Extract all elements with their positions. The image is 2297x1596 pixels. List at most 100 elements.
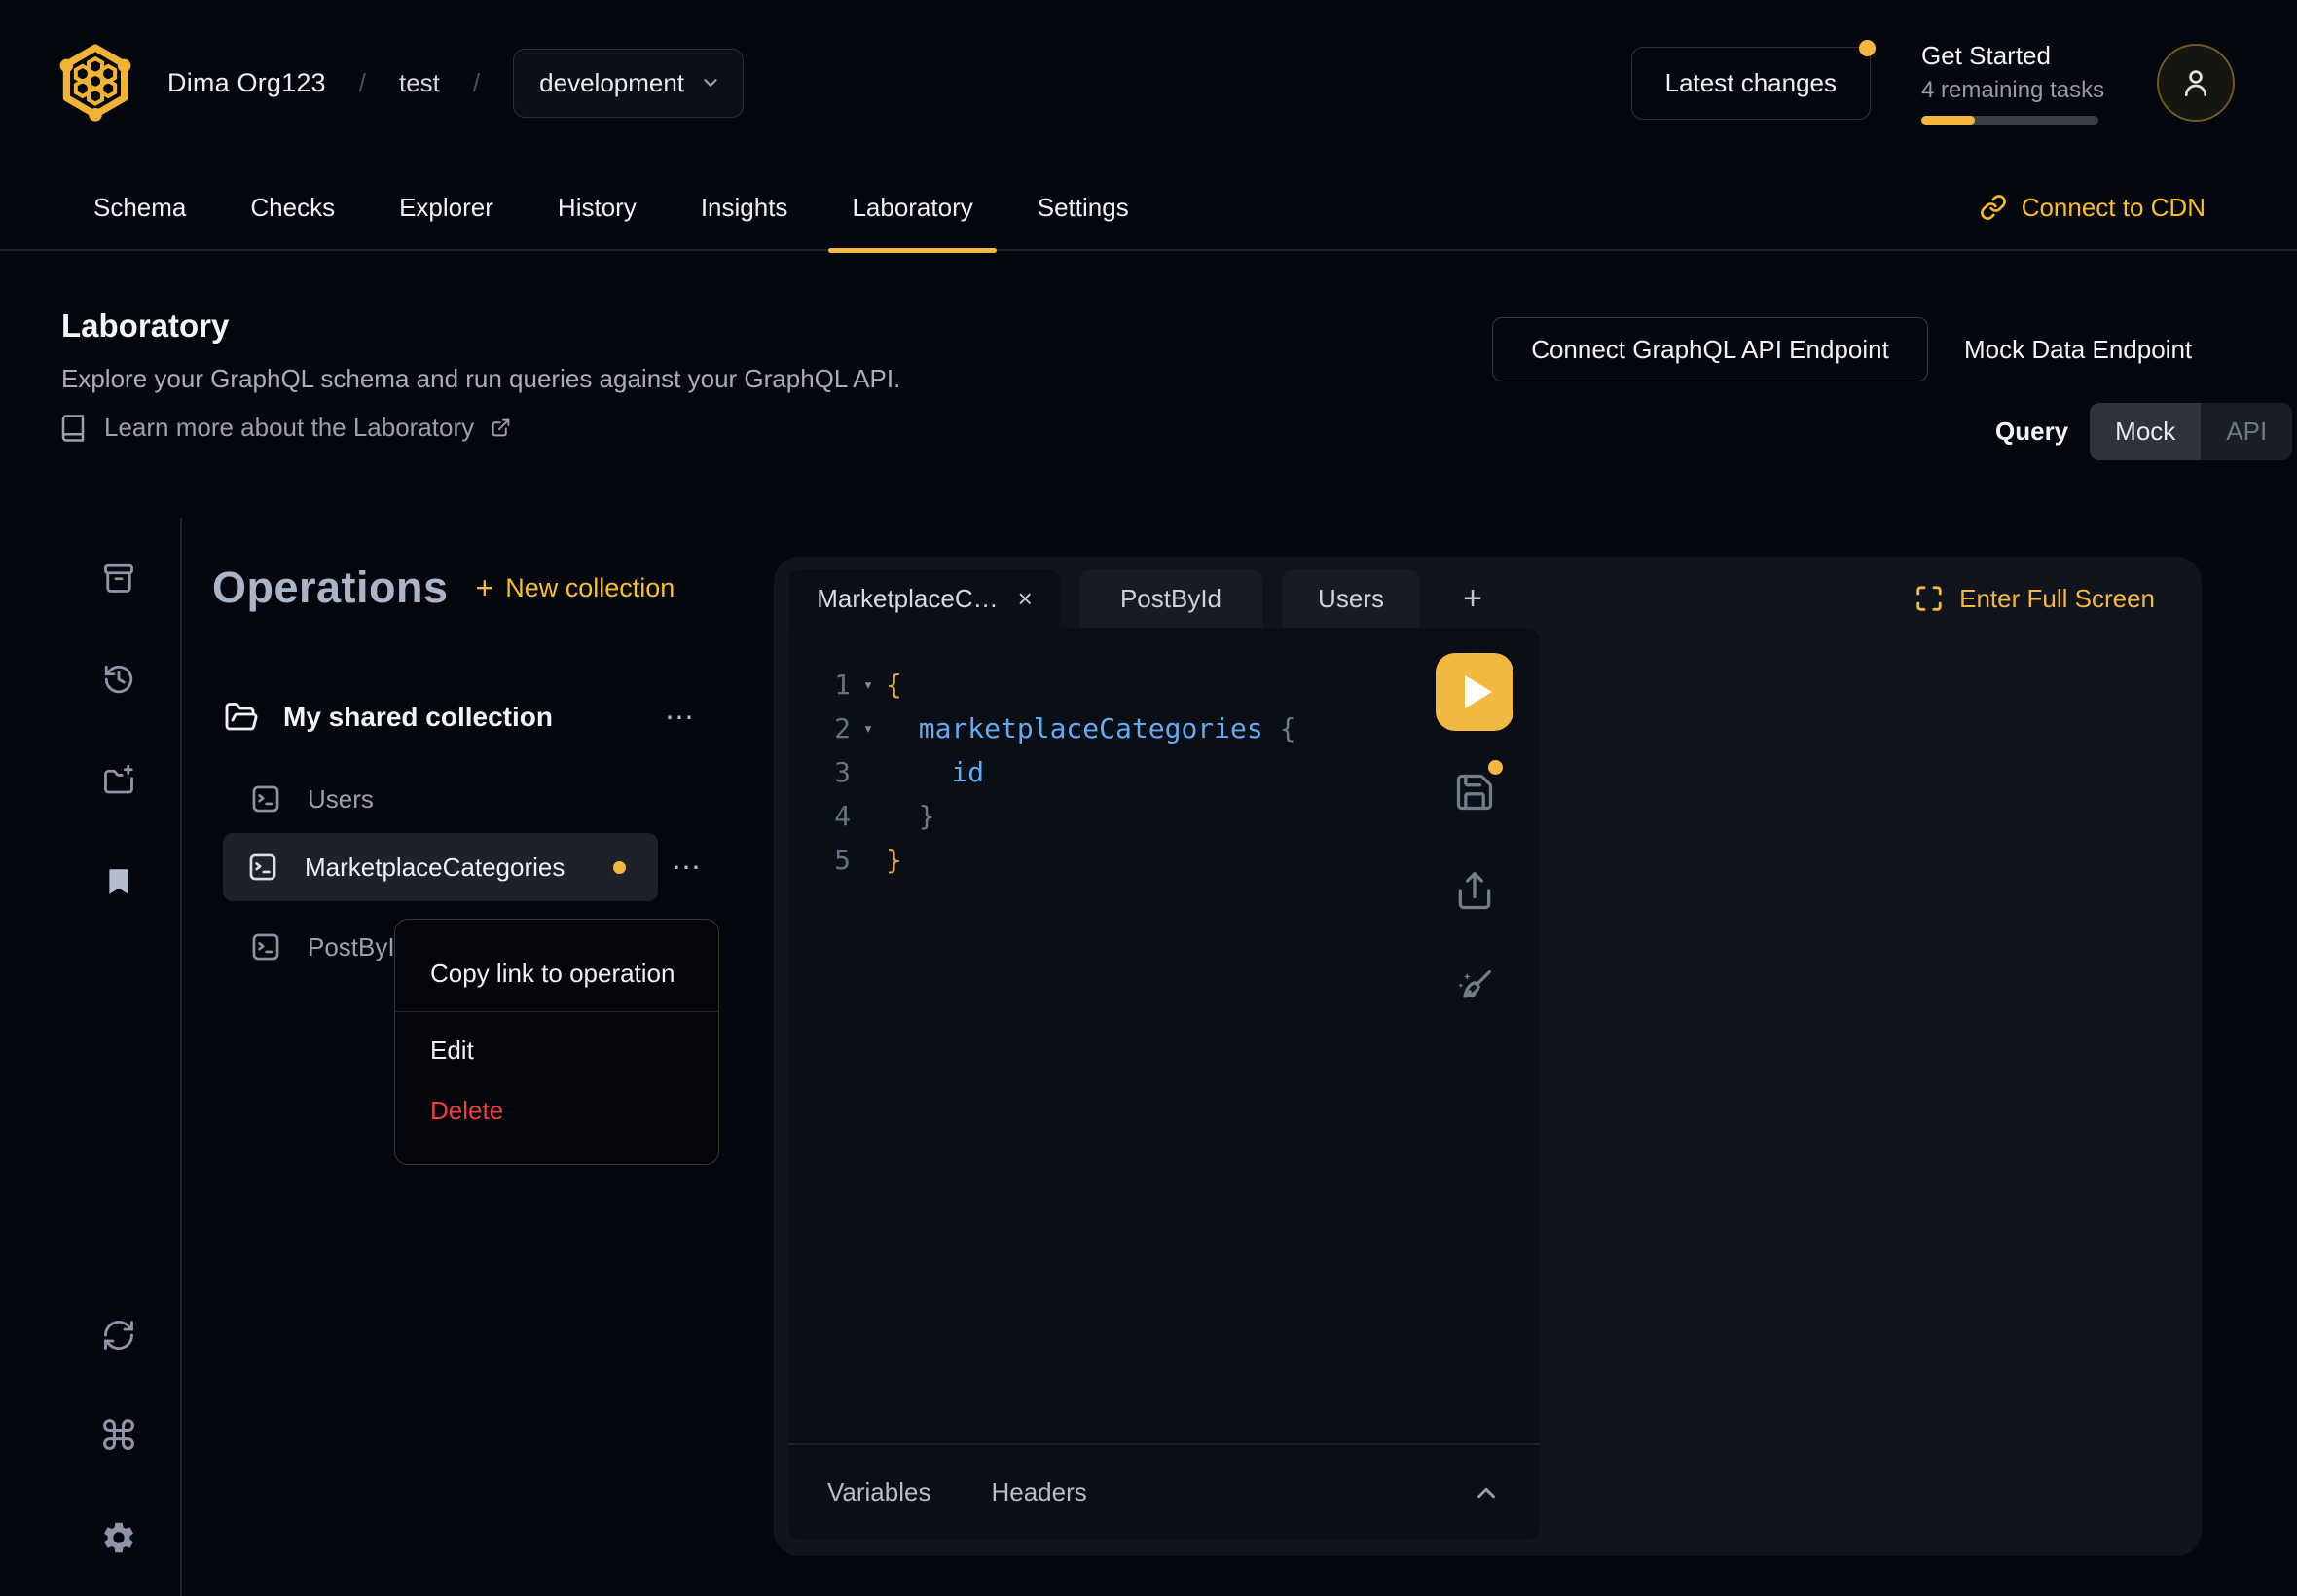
query-editor: 1 ▾ { 2 ▾ marketplaceCategories { 3 id 4…: [788, 628, 1540, 1540]
chevron-down-icon: [700, 72, 721, 93]
editor-tab-users[interactable]: Users: [1282, 569, 1420, 628]
get-started-title: Get Started: [1921, 41, 2106, 71]
settings-button[interactable]: [98, 1517, 139, 1558]
fullscreen-label: Enter Full Screen: [1959, 584, 2155, 614]
operation-menu-button[interactable]: ⋯: [672, 833, 703, 901]
menu-item-copy-link[interactable]: Copy link to operation: [395, 943, 718, 1003]
unsaved-changes-dot: [1488, 760, 1503, 775]
broom-sparkles-icon: [1452, 964, 1497, 1009]
code-token: marketplaceCategories: [919, 712, 1263, 744]
operation-context-menu: Copy link to operation Edit Delete: [394, 919, 719, 1165]
collection-name: My shared collection: [283, 702, 553, 733]
connect-to-cdn-label: Connect to CDN: [2022, 193, 2206, 223]
tab-schema[interactable]: Schema: [70, 163, 209, 251]
folder-open-icon: [224, 700, 259, 735]
line-number: 2: [788, 712, 851, 744]
code-area[interactable]: 1 ▾ { 2 ▾ marketplaceCategories { 3 id 4…: [788, 628, 1540, 1443]
latest-changes-button[interactable]: Latest changes: [1631, 47, 1871, 120]
command-icon: ⌘: [98, 1416, 139, 1457]
operations-title: Operations: [212, 562, 449, 613]
line-number: 4: [788, 800, 851, 832]
collection-folder[interactable]: My shared collection: [224, 689, 652, 745]
save-icon: [1453, 771, 1496, 814]
learn-more-label: Learn more about the Laboratory: [104, 413, 474, 443]
mode-api[interactable]: API: [2201, 403, 2292, 460]
code-token: }: [886, 844, 902, 876]
share-operation-button[interactable]: [1452, 869, 1497, 914]
editor-tab-label: MarketplaceC…: [817, 584, 998, 614]
get-started-widget[interactable]: Get Started 4 remaining tasks: [1921, 41, 2106, 125]
breadcrumb-separator: /: [359, 68, 366, 98]
refetch-schema-button[interactable]: [98, 1315, 139, 1356]
bookmarks-button[interactable]: [98, 861, 139, 902]
menu-item-edit[interactable]: Edit: [395, 1020, 718, 1080]
code-token: {: [1263, 712, 1296, 744]
code-token: }: [919, 800, 935, 832]
operation-collections-button[interactable]: [98, 558, 139, 598]
collapse-chevron-icon[interactable]: [1472, 1478, 1501, 1507]
collection-menu-button[interactable]: ⋯: [665, 689, 696, 745]
folder-plus-icon: [101, 763, 136, 798]
link-icon: [1980, 194, 2007, 221]
editor-tab-label: Users: [1318, 584, 1384, 614]
save-operation-button[interactable]: [1452, 770, 1497, 815]
new-collection-button[interactable]: + New collection: [476, 570, 675, 606]
external-link-icon: [491, 417, 511, 438]
person-icon: [2178, 65, 2213, 100]
editor-footer: Variables Headers: [788, 1443, 1540, 1540]
tab-settings[interactable]: Settings: [1014, 163, 1152, 251]
operation-label: Users: [308, 784, 374, 815]
code-indent: [886, 712, 919, 744]
learn-more-link[interactable]: Learn more about the Laboratory: [58, 413, 511, 443]
code-line: 1 ▾ {: [788, 663, 1540, 707]
tab-history[interactable]: History: [534, 163, 660, 251]
hive-logo[interactable]: [56, 42, 134, 124]
fold-caret-icon[interactable]: ▾: [851, 719, 886, 739]
sidebar-divider: [180, 518, 182, 1596]
play-icon: [1465, 675, 1492, 708]
editor-tab-marketplacecategories[interactable]: MarketplaceC… ×: [789, 569, 1060, 628]
fullscreen-button[interactable]: Enter Full Screen: [1914, 569, 2155, 628]
mock-endpoint-button[interactable]: Mock Data Endpoint: [1964, 317, 2192, 381]
mode-mock[interactable]: Mock: [2090, 403, 2201, 460]
operation-item-marketplacecategories[interactable]: MarketplaceCategories: [223, 833, 658, 901]
variables-tab[interactable]: Variables: [827, 1477, 930, 1507]
operation-item-postbyid[interactable]: PostById: [226, 917, 409, 977]
shortcuts-button[interactable]: ⌘: [98, 1416, 139, 1457]
add-tab-button[interactable]: +: [1450, 569, 1495, 628]
tab-checks[interactable]: Checks: [227, 163, 358, 251]
headers-tab[interactable]: Headers: [991, 1477, 1086, 1507]
fold-caret-icon[interactable]: ▾: [851, 675, 886, 695]
new-collection-rail-button[interactable]: [98, 760, 139, 801]
progress-fill: [1921, 116, 1975, 125]
query-mode-label: Query: [1995, 417, 2068, 447]
breadcrumb-org[interactable]: Dima Org123: [167, 68, 326, 98]
tab-insights[interactable]: Insights: [677, 163, 812, 251]
execute-query-button[interactable]: [1436, 653, 1513, 731]
square-terminal-icon: [246, 851, 279, 884]
line-number: 5: [788, 844, 851, 876]
editor-tab-postbyid[interactable]: PostById: [1079, 569, 1262, 628]
connect-to-cdn-link[interactable]: Connect to CDN: [1980, 163, 2206, 251]
connect-endpoint-button[interactable]: Connect GraphQL API Endpoint: [1492, 317, 1928, 381]
prettify-button[interactable]: [1452, 964, 1497, 1009]
code-line: 5 }: [788, 838, 1540, 882]
page-title: Laboratory: [61, 308, 229, 345]
target-selector[interactable]: development: [513, 49, 744, 118]
history-button[interactable]: [98, 659, 139, 700]
tab-laboratory[interactable]: Laboratory: [828, 163, 996, 251]
laboratory-workspace: MarketplaceC… × PostById Users + Enter F…: [774, 557, 2202, 1556]
book-icon: [58, 414, 88, 443]
breadcrumb-project[interactable]: test: [399, 68, 440, 98]
line-number: 3: [788, 756, 851, 788]
close-icon[interactable]: ×: [1018, 586, 1033, 611]
line-number: 1: [788, 669, 851, 701]
operation-item-users[interactable]: Users: [226, 769, 374, 829]
archive-icon: [101, 561, 136, 596]
square-terminal-icon: [249, 782, 282, 816]
code-line: 4 }: [788, 794, 1540, 838]
tab-explorer[interactable]: Explorer: [376, 163, 517, 251]
menu-item-delete[interactable]: Delete: [395, 1080, 718, 1141]
target-selector-value: development: [539, 68, 684, 98]
user-avatar[interactable]: [2157, 44, 2235, 122]
